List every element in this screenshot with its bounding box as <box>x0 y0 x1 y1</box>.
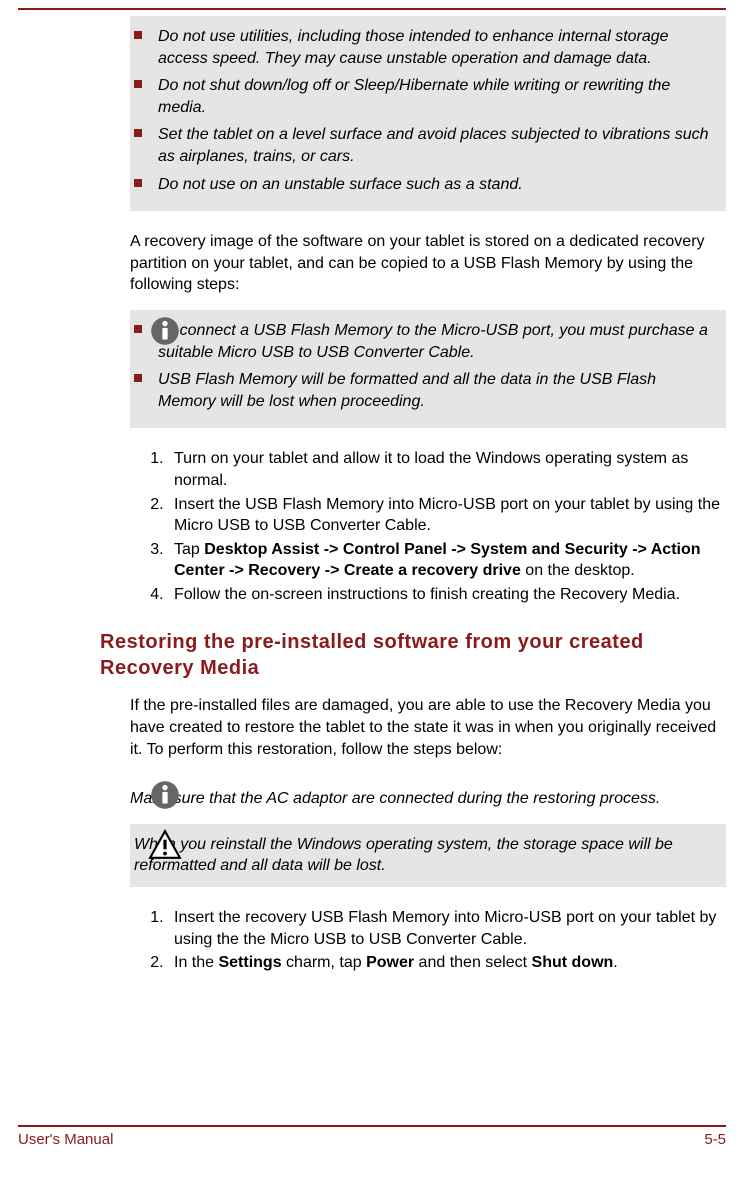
warning-icon <box>148 849 182 866</box>
restore-intro: If the pre-installed files are damaged, … <box>130 695 726 760</box>
steps-list-restore: Insert the recovery USB Flash Memory int… <box>130 907 726 974</box>
bullet-item: Do not use utilities, including those in… <box>130 26 716 69</box>
bullet-text: Do not shut down/log off or Sleep/Hibern… <box>158 75 716 118</box>
header-rule <box>18 8 726 10</box>
step-post: on the desktop. <box>521 562 635 579</box>
step-pre: In the <box>174 954 218 971</box>
list-item: Insert the USB Flash Memory into Micro-U… <box>168 494 726 537</box>
step-text: Turn on your tablet and allow it to load… <box>174 450 688 489</box>
list-item: Follow the on-screen instructions to fin… <box>168 584 726 606</box>
info-icon <box>148 335 182 352</box>
step-bold: Power <box>366 954 414 971</box>
recovery-intro: A recovery image of the software on your… <box>130 231 726 296</box>
step-bold: Settings <box>218 954 281 971</box>
step-post: . <box>613 954 617 971</box>
bullet-item: Do not shut down/log off or Sleep/Hibern… <box>130 75 716 118</box>
list-item: Insert the recovery USB Flash Memory int… <box>168 907 726 950</box>
list-item: In the Settings charm, tap Power and the… <box>168 952 726 974</box>
step-text: Follow the on-screen instructions to fin… <box>174 586 680 603</box>
steps-list-create: Turn on your tablet and allow it to load… <box>130 448 726 605</box>
step-mid: and then select <box>414 954 531 971</box>
footer-right: 5-5 <box>704 1131 726 1148</box>
bullet-icon <box>134 374 142 382</box>
bullet-item: USB Flash Memory will be formatted and a… <box>130 369 716 412</box>
bullet-item: Set the tablet on a level surface and av… <box>130 124 716 167</box>
step-text: Insert the USB Flash Memory into Micro-U… <box>174 496 720 535</box>
bullet-text: Set the tablet on a level surface and av… <box>158 124 716 167</box>
caution-box-top: Do not use utilities, including those in… <box>130 16 726 211</box>
section-heading: Restoring the pre-installed software fro… <box>100 629 726 681</box>
bullet-item: Do not use on an unstable surface such a… <box>130 174 716 196</box>
step-text: Insert the recovery USB Flash Memory int… <box>174 909 716 948</box>
list-item: Turn on your tablet and allow it to load… <box>168 448 726 491</box>
bullet-text: Do not use on an unstable surface such a… <box>158 174 716 196</box>
info-icon <box>148 799 182 816</box>
bullet-icon <box>134 179 142 187</box>
list-item: Tap Desktop Assist -> Control Panel -> S… <box>168 539 726 582</box>
bullet-icon <box>134 129 142 137</box>
bullet-icon <box>134 31 142 39</box>
bullet-icon <box>134 325 142 333</box>
bullet-text: USB Flash Memory will be formatted and a… <box>158 369 716 412</box>
page-footer: User's Manual 5-5 <box>18 1125 726 1148</box>
step-mid: charm, tap <box>282 954 366 971</box>
bullet-icon <box>134 80 142 88</box>
step-bold: Shut down <box>532 954 614 971</box>
bullet-text: Do not use utilities, including those in… <box>158 26 716 69</box>
footer-left: User's Manual <box>18 1131 113 1148</box>
step-pre: Tap <box>174 541 204 558</box>
